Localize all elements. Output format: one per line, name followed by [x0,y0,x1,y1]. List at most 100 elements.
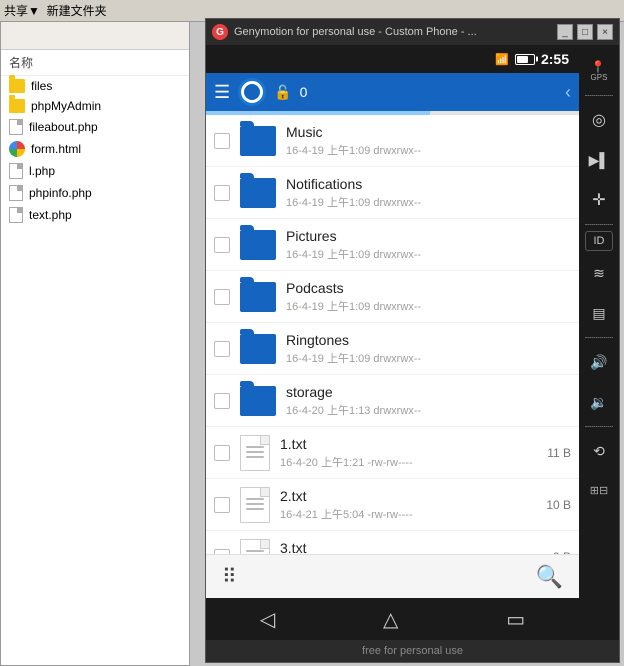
item-name: 2.txt [280,488,538,504]
back-nav-button[interactable]: ◁ [244,601,291,638]
maximize-button[interactable]: □ [577,24,593,40]
list-item[interactable]: 2.txt 16-4-21 上午5:04 -rw-rw---- 10 B [206,479,579,531]
taskbar-shared[interactable]: 共享▼ [4,2,40,19]
file-tree-header: 名称 [1,50,189,76]
file-tree-item-label: phpinfo.php [29,186,92,200]
item-meta: 16-4-20 上午1:13 drwxrwx-- [286,402,571,418]
file-tree-item[interactable]: phpMyAdmin [1,96,189,116]
folder-icon [240,178,276,208]
id-btn[interactable]: ID [585,231,613,251]
close-button[interactable]: × [597,24,613,40]
item-meta: 16-4-19 上午1:09 drwxrwx-- [286,246,571,262]
list-item[interactable]: 3.txt 16-4-21 上午5:05 -rw-rw---- 9 B [206,531,579,554]
genymotion-title: Genymotion for personal use - Custom Pho… [234,26,557,38]
back-arrow-icon[interactable]: ‹ [565,82,571,103]
item-checkbox[interactable] [214,133,230,149]
item-checkbox[interactable] [214,393,230,409]
phone-content: 📶 2:55 ☰ 🔓 0 ‹ [206,45,579,640]
search-circle-inner [241,81,263,103]
status-bar: 📶 2:55 [206,45,579,73]
folder-icon [240,282,276,312]
fm-bottom-toolbar: ⠿ 🔍 [206,554,579,598]
list-item[interactable]: Pictures 16-4-19 上午1:09 drwxrwx-- [206,219,579,271]
file-line [246,550,264,552]
file-explorer-toolbar [1,22,189,50]
right-panel-divider-3 [585,337,613,338]
list-item[interactable]: 1.txt 16-4-20 上午1:21 -rw-rw---- 11 B [206,427,579,479]
file-tree-item[interactable]: files [1,76,189,96]
list-item[interactable]: Music 16-4-19 上午1:09 drwxrwx-- [206,115,579,167]
item-checkbox[interactable] [214,341,230,357]
minimize-button[interactable]: _ [557,24,573,40]
file-tree-item[interactable]: form.html [1,138,189,160]
right-panel-divider-1 [585,95,613,96]
lock-icon: 🔓 [274,84,291,101]
file-lines [246,550,264,555]
right-panel: 📍 GPS ◎ ▶▌ ✛ ID ≋ ▤ 🔊 🔉 ⟲ ⊞⊟ [579,45,619,640]
camera-btn[interactable]: ◎ [581,102,617,138]
item-name: Notifications [286,176,571,192]
folder-icon [9,99,25,113]
file-tree-item-label: fileabout.php [29,120,98,134]
genymotion-window: G Genymotion for personal use - Custom P… [205,18,620,663]
item-name: Ringtones [286,332,571,348]
item-checkbox[interactable] [214,289,230,305]
bottom-apps-icon[interactable]: ⠿ [222,564,240,589]
item-meta: 16-4-19 上午1:09 drwxrwx-- [286,194,571,210]
file-icon [9,119,23,135]
nfc-btn[interactable]: ≋ [581,255,617,291]
file-tree-item[interactable]: fileabout.php [1,116,189,138]
vol-down-btn[interactable]: 🔉 [581,384,617,420]
list-item[interactable]: Podcasts 16-4-19 上午1:09 drwxrwx-- [206,271,579,323]
file-icon [240,539,270,555]
item-info: Podcasts 16-4-19 上午1:09 drwxrwx-- [286,280,571,314]
folder-icon [240,386,276,416]
item-checkbox[interactable] [214,497,230,513]
file-tree-item-label: l.php [29,164,55,178]
gps-btn[interactable]: 📍 GPS [581,53,617,89]
list-item[interactable]: Notifications 16-4-19 上午1:09 drwxrwx-- [206,167,579,219]
android-bottom-nav: ◁ △ ▭ [206,598,579,640]
item-size: 10 B [538,498,571,512]
battery-icon [515,54,535,65]
media-btn[interactable]: ▶▌ [581,142,617,178]
vol-up-btn[interactable]: 🔊 [581,344,617,380]
menu-icon[interactable]: ☰ [214,82,230,103]
item-checkbox[interactable] [214,185,230,201]
file-tree-item[interactable]: text.php [1,204,189,226]
item-checkbox[interactable] [214,237,230,253]
file-tree-item[interactable]: phpinfo.php [1,182,189,204]
item-info: 1.txt 16-4-20 上午1:21 -rw-rw---- [280,436,539,470]
chat-btn[interactable]: ▤ [581,295,617,331]
right-panel-divider-4 [585,426,613,427]
item-name: Music [286,124,571,140]
file-icon [240,435,270,471]
item-checkbox[interactable] [214,445,230,461]
search-circle [238,78,266,106]
item-info: Ringtones 16-4-19 上午1:09 drwxrwx-- [286,332,571,366]
list-item[interactable]: storage 16-4-20 上午1:13 drwxrwx-- [206,375,579,427]
recents-nav-button[interactable]: ▭ [490,601,541,638]
chrome-icon [9,141,25,157]
file-icon [240,487,270,523]
file-tree: filesphpMyAdmin fileabout.php form.html l.p… [1,76,189,226]
taskbar-new-folder[interactable]: 新建文件夹 [47,2,107,19]
folder-icon [9,79,25,93]
file-line [246,498,264,500]
file-tree-item-label: form.html [31,142,81,156]
item-info: 2.txt 16-4-21 上午5:04 -rw-rw---- [280,488,538,522]
dpad-btn[interactable]: ✛ [581,182,617,218]
list-item[interactable]: Ringtones 16-4-19 上午1:09 drwxrwx-- [206,323,579,375]
bottom-search-icon[interactable]: 🔍 [536,564,563,590]
file-line [246,456,264,458]
rotate-btn[interactable]: ⟲ [581,433,617,469]
item-size: 11 B [539,446,571,460]
file-tree-item[interactable]: l.php [1,160,189,182]
grid-btn[interactable]: ⊞⊟ [581,473,617,509]
item-info: Music 16-4-19 上午1:09 drwxrwx-- [286,124,571,158]
geny-free-bar: free for personal use [206,640,619,662]
geny-free-text: free for personal use [362,645,463,657]
file-icon [9,163,23,179]
file-explorer: 名称 filesphpMyAdmin fileabout.php form.html… [0,22,190,666]
home-nav-button[interactable]: △ [367,601,414,638]
